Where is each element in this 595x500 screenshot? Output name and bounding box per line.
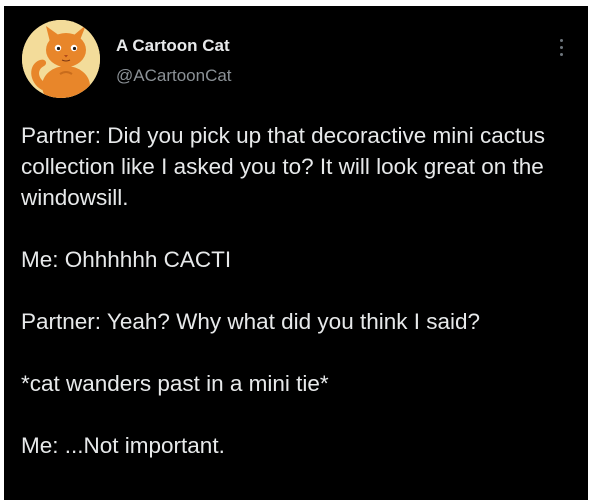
tweet-card: A Cartoon Cat @ACartoonCat Partner: Did …: [4, 6, 588, 500]
tweet-paragraph: Me: Ohhhhhh CACTI: [21, 247, 232, 272]
tweet-paragraph: *cat wanders past in a mini tie*: [21, 371, 329, 396]
author-handle[interactable]: @ACartoonCat: [116, 66, 232, 86]
cartoon-cat-avatar-icon: [22, 20, 100, 98]
tweet-paragraph: Partner: Did you pick up that decoractiv…: [21, 123, 545, 210]
avatar[interactable]: [22, 20, 100, 98]
tweet-paragraph: Partner: Yeah? Why what did you think I …: [21, 309, 481, 334]
tweet-paragraph: Me: ...Not important.: [21, 433, 225, 458]
more-options-icon[interactable]: [552, 32, 570, 62]
author-name[interactable]: A Cartoon Cat: [116, 36, 230, 56]
tweet-text: Partner: Did you pick up that decoractiv…: [21, 120, 561, 461]
